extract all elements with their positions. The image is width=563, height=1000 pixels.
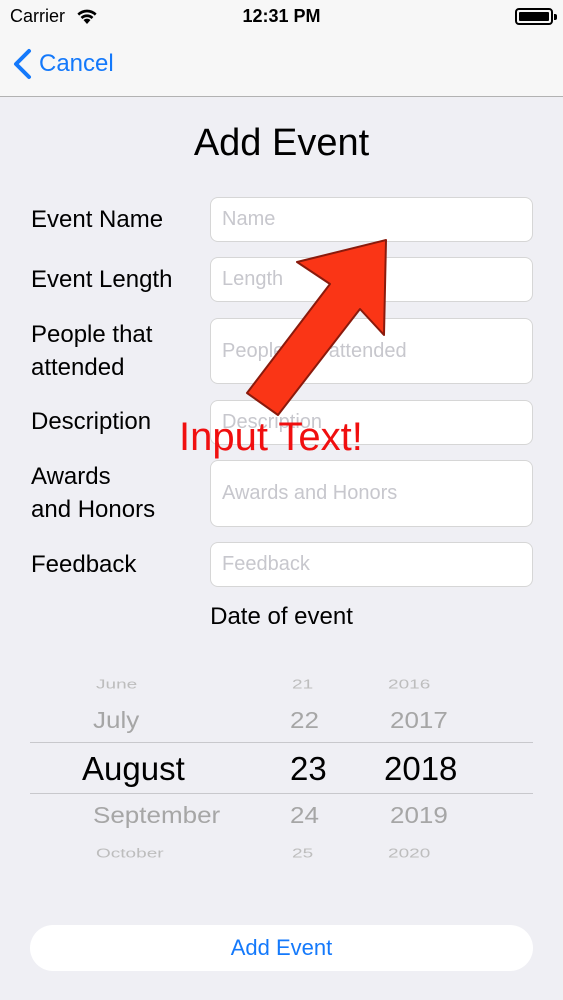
event-length-label: Event Length <box>31 266 173 293</box>
feedback-label: Feedback <box>31 551 137 578</box>
picker-day-selected[interactable]: 23 <box>290 750 327 788</box>
awards-label-line1: Awards <box>31 463 111 490</box>
battery-icon <box>515 8 557 25</box>
picker-year-option[interactable]: 2017 <box>390 707 448 734</box>
feedback-field[interactable]: Feedback <box>210 542 533 587</box>
people-attended-field[interactable]: People that attended <box>210 318 533 384</box>
picker-month-option[interactable]: October <box>96 846 164 861</box>
picker-selection-top-line <box>30 742 533 743</box>
picker-month-option[interactable]: September <box>93 802 220 829</box>
picker-day-option[interactable]: 24 <box>290 802 319 829</box>
people-attended-label-line2: attended <box>31 354 125 381</box>
status-bar: Carrier 12:31 PM <box>0 0 563 32</box>
clock: 12:31 PM <box>242 6 321 26</box>
picker-day-option[interactable]: 25 <box>292 846 313 861</box>
picker-month-option[interactable]: July <box>93 707 139 734</box>
picker-day-option[interactable]: 21 <box>292 677 313 692</box>
cancel-label: Cancel <box>39 50 114 77</box>
picker-year-option[interactable]: 2016 <box>388 677 430 692</box>
picker-month-option[interactable]: June <box>96 677 137 692</box>
cancel-button[interactable]: Cancel <box>12 47 114 81</box>
picker-year-selected[interactable]: 2018 <box>384 750 457 788</box>
picker-year-option[interactable]: 2020 <box>388 846 430 861</box>
description-label: Description <box>31 408 152 435</box>
event-name-label: Event Name <box>31 206 164 233</box>
navigation-bar: Carrier 12:31 PM Cancel <box>0 0 563 97</box>
event-name-field[interactable]: Name <box>210 197 533 242</box>
date-of-event-label: Date of event <box>210 603 353 630</box>
picker-day-option[interactable]: 22 <box>290 707 319 734</box>
awards-label-line2: and Honors <box>31 496 156 523</box>
awards-field[interactable]: Awards and Honors <box>210 460 533 527</box>
picker-selection-bottom-line <box>30 793 533 794</box>
chevron-left-icon <box>14 49 31 79</box>
picker-month-selected[interactable]: August <box>82 750 185 788</box>
event-length-field[interactable]: Length <box>210 257 533 302</box>
picker-year-option[interactable]: 2019 <box>390 802 448 829</box>
people-attended-label-line1: People that <box>31 321 153 348</box>
page-title: Add Event <box>193 122 370 164</box>
tutorial-caption: Input Text! <box>179 415 363 459</box>
add-event-button[interactable]: Add Event <box>30 925 533 971</box>
